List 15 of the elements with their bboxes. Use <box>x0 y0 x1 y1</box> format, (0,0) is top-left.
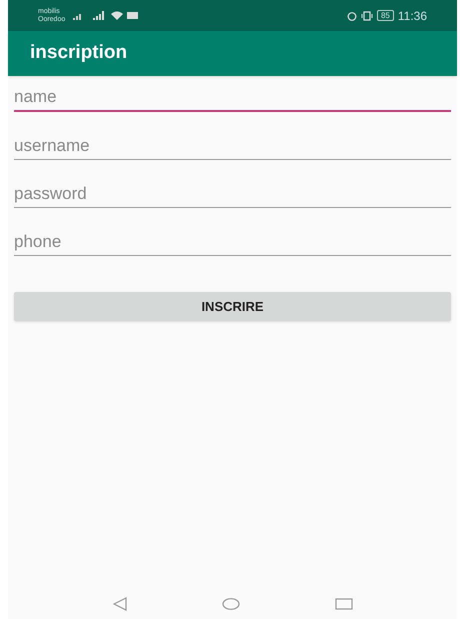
wifi-icon <box>111 11 124 20</box>
input-field[interactable]: password <box>14 180 451 208</box>
input-field[interactable]: name <box>14 84 451 112</box>
message-icon <box>127 12 138 20</box>
input-field[interactable]: username <box>14 132 451 160</box>
home-icon[interactable] <box>222 598 240 610</box>
app-title: inscription <box>30 41 128 66</box>
input-field[interactable]: phone <box>14 228 451 256</box>
battery-level: 85 <box>376 10 394 21</box>
alarm-icon <box>346 10 357 20</box>
recents-icon[interactable] <box>334 598 352 610</box>
register-button[interactable]: INSCRIRE <box>14 292 451 321</box>
back-icon[interactable] <box>112 597 126 611</box>
clock-time: 11:36 <box>398 8 427 24</box>
vibrate-icon <box>360 10 373 20</box>
